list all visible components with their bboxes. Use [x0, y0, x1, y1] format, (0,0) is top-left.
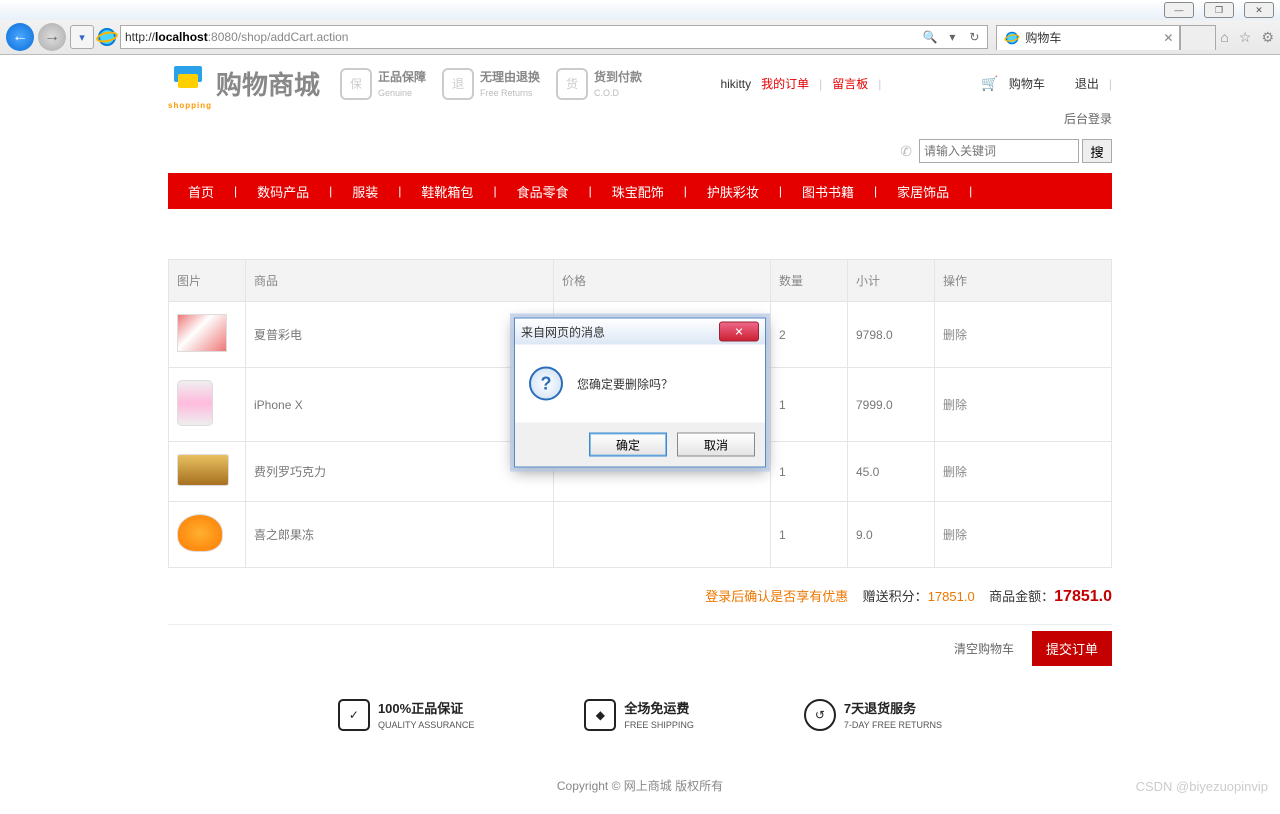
trust-badge: 货 货到付款C.O.D — [556, 68, 642, 100]
feature-icon: ↺ — [804, 699, 836, 731]
nav-item[interactable]: 图书书籍 — [782, 182, 874, 201]
search-icon[interactable]: 🔍 — [921, 30, 939, 44]
forward-button[interactable]: → — [38, 23, 66, 51]
product-thumb — [177, 380, 213, 426]
browser-tab[interactable]: 购物车 ✕ — [996, 25, 1180, 50]
phone-icon: ✆ — [900, 143, 912, 160]
product-qty: 1 — [771, 502, 848, 568]
site-logo[interactable]: shopping 购物商城 — [168, 65, 320, 102]
col-price: 价格 — [554, 260, 771, 302]
dialog-message: 您确定要删除吗？ — [577, 375, 673, 392]
product-name: 夏普彩电 — [246, 302, 554, 368]
message-board-link[interactable]: 留言板 — [832, 75, 868, 92]
product-subtotal: 9.0 — [848, 502, 935, 568]
badge-icon: 保 — [340, 68, 372, 100]
trust-badge: 退 无理由退换Free Returns — [442, 68, 540, 100]
tab-favicon-icon — [1006, 31, 1019, 44]
copyright: Copyright © 网上商城 版权所有 — [168, 757, 1112, 814]
product-subtotal: 45.0 — [848, 442, 935, 502]
window-minimize[interactable]: — — [1164, 2, 1194, 18]
product-thumb — [177, 514, 223, 552]
new-tab-button[interactable] — [1180, 25, 1216, 50]
search-button[interactable]: 搜 — [1082, 139, 1112, 163]
dialog-title: 来自网页的消息 — [521, 323, 605, 340]
col-subtotal: 小计 — [848, 260, 935, 302]
col-qty: 数量 — [771, 260, 848, 302]
nav-item[interactable]: 服装 — [332, 182, 398, 201]
product-thumb — [177, 454, 229, 486]
product-name: iPhone X — [246, 368, 554, 442]
nav-item[interactable]: 数码产品 — [237, 182, 329, 201]
product-name: 喜之郎果冻 — [246, 502, 554, 568]
product-qty: 1 — [771, 442, 848, 502]
submit-order-button[interactable]: 提交订单 — [1032, 631, 1112, 666]
col-image: 图片 — [169, 260, 246, 302]
product-thumb — [177, 314, 227, 352]
ie-icon — [98, 28, 116, 46]
favorites-icon[interactable]: ☆ — [1239, 29, 1252, 46]
nav-item[interactable]: 家居饰品 — [877, 182, 969, 201]
product-qty: 1 — [771, 368, 848, 442]
delete-link[interactable]: 删除 — [943, 398, 967, 412]
home-icon[interactable]: ⌂ — [1220, 29, 1228, 46]
tab-title: 购物车 — [1025, 29, 1061, 46]
badge-icon: 货 — [556, 68, 588, 100]
tab-close-icon[interactable]: ✕ — [1163, 31, 1173, 45]
trust-badge: 保 正品保障Genuine — [340, 68, 426, 100]
search-input[interactable] — [919, 139, 1079, 163]
cart-icon: 🛒 — [981, 75, 998, 92]
product-name: 费列罗巧克力 — [246, 442, 554, 502]
dropdown-icon[interactable]: ▾ — [943, 30, 961, 44]
dropdown-button[interactable]: ▾ — [70, 25, 94, 49]
main-nav: 首页|数码产品|服装|鞋靴箱包|食品零食|珠宝配饰|护肤彩妆|图书书籍|家居饰品… — [168, 173, 1112, 209]
admin-login-link[interactable]: 后台登录 — [1064, 112, 1112, 126]
product-qty: 2 — [771, 302, 848, 368]
logout-link[interactable]: 退出 — [1075, 75, 1099, 92]
feature-item: ↺ 7天退货服务7-DAY FREE RETURNS — [804, 698, 942, 731]
dialog-close-icon[interactable]: ✕ — [719, 322, 759, 342]
col-op: 操作 — [935, 260, 1112, 302]
nav-item[interactable]: 鞋靴箱包 — [401, 182, 493, 201]
clear-cart-link[interactable]: 清空购物车 — [954, 640, 1014, 657]
product-price — [554, 502, 771, 568]
brand-name: 购物商城 — [216, 65, 320, 102]
my-orders-link[interactable]: 我的订单 — [761, 75, 809, 92]
cart-link[interactable]: 购物车 — [1009, 75, 1045, 92]
nav-item[interactable]: 珠宝配饰 — [592, 182, 684, 201]
dialog-ok-button[interactable]: 确定 — [589, 433, 667, 457]
feature-item: ◆ 全场免运费FREE SHIPPING — [584, 698, 694, 731]
confirm-dialog: 来自网页的消息 ✕ ? 您确定要删除吗？ 确定 取消 — [514, 318, 766, 468]
username: hikitty — [720, 77, 751, 91]
question-icon: ? — [529, 367, 563, 401]
address-bar[interactable]: http://localhost:8080/shop/addCart.actio… — [120, 25, 988, 49]
nav-item[interactable]: 首页 — [168, 182, 234, 201]
feature-icon: ✓ — [338, 699, 370, 731]
product-subtotal: 7999.0 — [848, 368, 935, 442]
product-subtotal: 9798.0 — [848, 302, 935, 368]
logo-icon: shopping — [168, 66, 208, 102]
delete-link[interactable]: 删除 — [943, 328, 967, 342]
url-text: http://localhost:8080/shop/addCart.actio… — [125, 30, 917, 44]
window-maximize[interactable]: ❐ — [1204, 2, 1234, 18]
dialog-cancel-button[interactable]: 取消 — [677, 433, 755, 457]
col-name: 商品 — [246, 260, 554, 302]
feature-icon: ◆ — [584, 699, 616, 731]
tools-icon[interactable]: ⚙ — [1261, 29, 1274, 46]
badge-icon: 退 — [442, 68, 474, 100]
summary-line: 登录后确认是否享有优惠 赠送积分：17851.0 商品金额：17851.0 — [168, 568, 1112, 624]
nav-item[interactable]: 食品零食 — [497, 182, 589, 201]
delete-link[interactable]: 删除 — [943, 465, 967, 479]
back-button[interactable]: ← — [6, 23, 34, 51]
delete-link[interactable]: 删除 — [943, 528, 967, 542]
feature-item: ✓ 100%正品保证QUALITY ASSURANCE — [338, 698, 474, 731]
nav-item[interactable]: 护肤彩妆 — [687, 182, 779, 201]
window-close[interactable]: ✕ — [1244, 2, 1274, 18]
watermark: CSDN @biyezuopinvip — [1136, 779, 1268, 794]
refresh-icon[interactable]: ↻ — [965, 30, 983, 44]
table-row: 喜之郎果冻 1 9.0 删除 — [169, 502, 1112, 568]
